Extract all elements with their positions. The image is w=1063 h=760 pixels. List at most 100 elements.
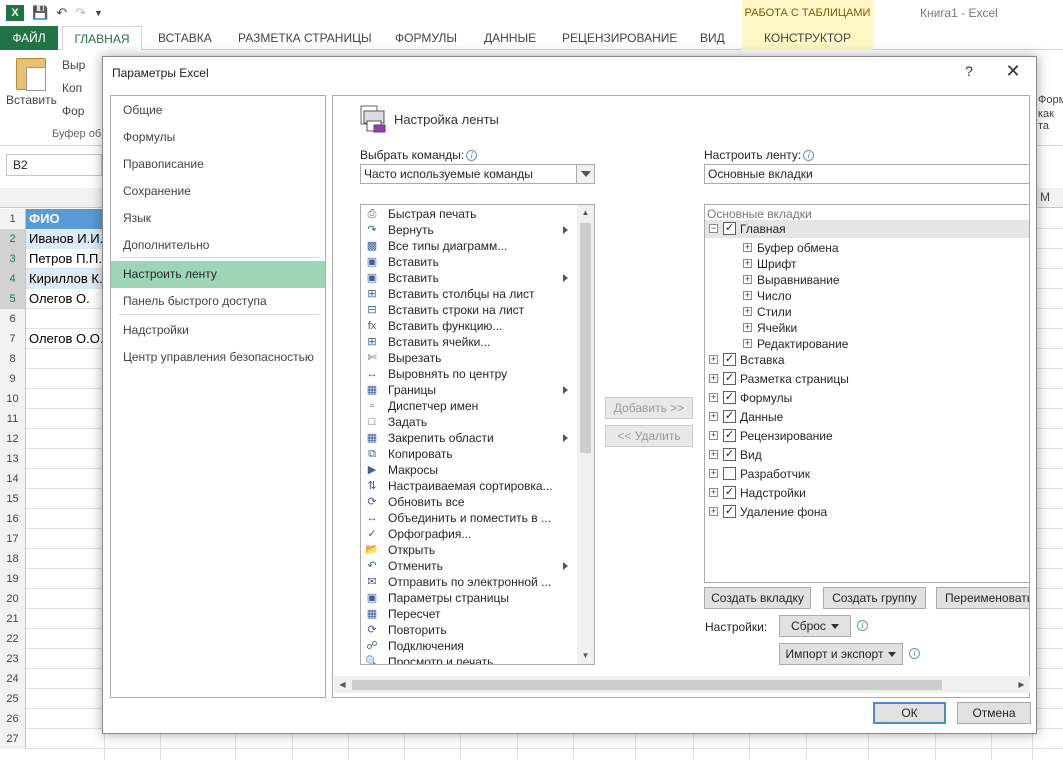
expand-icon[interactable]: + xyxy=(743,291,752,300)
row-header[interactable]: 25 xyxy=(0,689,26,709)
row-header[interactable]: 22 xyxy=(0,629,26,649)
new-tab-button[interactable]: Создать вкладку xyxy=(704,587,811,609)
cell[interactable]: Иванов И.И. xyxy=(26,229,104,249)
command-item[interactable]: ↶ Отменить xyxy=(361,558,577,574)
cell[interactable]: Олегов О. xyxy=(26,289,104,309)
row-header[interactable]: 5 xyxy=(0,289,26,309)
column-header-m[interactable]: M xyxy=(1040,190,1050,204)
tab-data[interactable]: ДАННЫЕ xyxy=(484,26,536,50)
nav-item-advanced[interactable]: Дополнительно xyxy=(111,232,325,259)
nav-item-trust-center[interactable]: Центр управления безопасностью xyxy=(111,344,325,371)
command-item[interactable]: ▣ Параметры страницы xyxy=(361,590,577,606)
row-header[interactable]: 27 xyxy=(0,729,26,749)
close-button[interactable]: ✕ xyxy=(1001,60,1025,82)
expand-icon[interactable]: + xyxy=(709,450,718,459)
row-header[interactable]: 12 xyxy=(0,429,26,449)
customize-qat-icon[interactable]: ▼ xyxy=(94,8,103,18)
row-header[interactable]: 20 xyxy=(0,589,26,609)
copy-button[interactable]: Коп xyxy=(62,81,82,95)
checkbox[interactable]: ✓ xyxy=(723,486,736,499)
checkbox[interactable]: ✓ xyxy=(723,448,736,461)
tree-node[interactable]: + Разработчик xyxy=(705,465,1029,483)
scroll-down-icon[interactable]: ▼ xyxy=(577,648,594,664)
tree-node[interactable]: + ✓ Разметка страницы xyxy=(705,370,1029,388)
nav-item-quick-access-toolbar[interactable]: Панель быстрого доступа xyxy=(111,288,325,315)
nav-item-language[interactable]: Язык xyxy=(111,205,325,232)
command-item[interactable]: ⧉ Копировать xyxy=(361,446,577,462)
tab-insert[interactable]: ВСТАВКА xyxy=(158,26,212,50)
format-as-table-label-2[interactable]: как та xyxy=(1038,108,1063,132)
save-icon[interactable]: 💾 xyxy=(32,5,48,21)
tree-node[interactable]: + ✓ Вид xyxy=(705,446,1029,464)
checkbox[interactable]: ✓ xyxy=(723,410,736,423)
expand-icon[interactable]: + xyxy=(743,259,752,268)
checkbox[interactable]: ✓ xyxy=(723,353,736,366)
command-item[interactable]: ⟳ Повторить xyxy=(361,622,577,638)
ok-button[interactable]: ОК xyxy=(873,702,946,724)
checkbox[interactable]: ✓ xyxy=(723,429,736,442)
command-item[interactable]: 🔍 Просмотр и печать xyxy=(361,654,577,664)
command-item[interactable]: ▩ Все типы диаграмм... xyxy=(361,238,577,254)
nav-item-general[interactable]: Общие xyxy=(111,97,325,124)
choose-commands-select[interactable]: Часто используемые команды xyxy=(360,164,595,184)
row-header[interactable]: 6 xyxy=(0,309,26,329)
expand-icon[interactable]: + xyxy=(709,488,718,497)
collapse-icon[interactable]: − xyxy=(709,224,718,233)
row-header[interactable]: 16 xyxy=(0,509,26,529)
remove-button[interactable]: << Удалить xyxy=(605,425,693,447)
checkbox[interactable]: ✓ xyxy=(723,391,736,404)
cancel-button[interactable]: Отмена xyxy=(957,702,1031,724)
reset-dropdown[interactable]: Сброс xyxy=(779,615,851,637)
new-group-button[interactable]: Создать группу xyxy=(823,587,926,609)
nav-item-proofing[interactable]: Правописание xyxy=(111,151,325,178)
nav-item-addins[interactable]: Надстройки xyxy=(111,317,325,344)
expand-icon[interactable]: + xyxy=(709,355,718,364)
tab-home[interactable]: ГЛАВНАЯ xyxy=(62,26,142,50)
command-item[interactable]: ↷ Вернуть xyxy=(361,222,577,238)
cell[interactable]: Олегов О.О. xyxy=(26,329,104,349)
tree-node[interactable]: + ✓ Вставка xyxy=(705,351,1029,369)
row-header[interactable]: 24 xyxy=(0,669,26,689)
row-header[interactable]: 15 xyxy=(0,489,26,509)
tab-formulas[interactable]: ФОРМУЛЫ xyxy=(395,26,457,50)
add-button[interactable]: Добавить >> xyxy=(605,397,693,419)
cut-button[interactable]: Выр xyxy=(62,58,85,72)
cell[interactable]: Петров П.П. xyxy=(26,249,104,269)
row-header[interactable]: 10 xyxy=(0,389,26,409)
paste-icon[interactable] xyxy=(16,58,46,91)
command-item[interactable]: 📂 Открыть xyxy=(361,542,577,558)
command-item[interactable]: ⎙ Быстрая печать xyxy=(361,206,577,222)
row-header[interactable]: 11 xyxy=(0,409,26,429)
nav-item-formulas[interactable]: Формулы xyxy=(111,124,325,151)
scroll-right-icon[interactable]: ▶ xyxy=(1013,676,1030,693)
customize-ribbon-select[interactable]: Основные вкладки xyxy=(704,164,1030,184)
command-item[interactable]: ▦ Пересчет xyxy=(361,606,577,622)
panel-horizontal-scrollbar[interactable]: ◀ ▶ xyxy=(334,676,1030,693)
ribbon-tabs-tree[interactable]: Основные вкладки − ✓ Главная + Буфер обмена +… xyxy=(704,204,1030,583)
command-item[interactable]: ⊞ Вставить ячейки... xyxy=(361,334,577,350)
command-item[interactable]: ▦ Границы xyxy=(361,382,577,398)
row-header[interactable]: 19 xyxy=(0,569,26,589)
row-header[interactable]: 14 xyxy=(0,469,26,489)
row-header[interactable]: 4 xyxy=(0,269,26,289)
command-item[interactable]: ▦ Закрепить области xyxy=(361,430,577,446)
tree-node[interactable]: + ✓ Данные xyxy=(705,408,1029,426)
row-header[interactable]: 26 xyxy=(0,709,26,729)
row-header[interactable]: 8 xyxy=(0,349,26,369)
checkbox[interactable] xyxy=(723,467,736,480)
import-export-dropdown[interactable]: Импорт и экспорт xyxy=(779,643,903,665)
expand-icon[interactable]: + xyxy=(709,431,718,440)
checkbox[interactable]: ✓ xyxy=(723,505,736,518)
expand-icon[interactable]: + xyxy=(743,307,752,316)
scroll-left-icon[interactable]: ◀ xyxy=(334,676,351,693)
command-item[interactable]: ↔ Выровнять по центру xyxy=(361,366,577,382)
tab-file[interactable]: ФАЙЛ xyxy=(0,26,58,50)
command-item[interactable]: ▣ Вставить xyxy=(361,270,577,286)
row-header[interactable]: 13 xyxy=(0,449,26,469)
row-header[interactable]: 18 xyxy=(0,549,26,569)
row-header[interactable]: 7 xyxy=(0,329,26,349)
command-item[interactable]: fx Вставить функцию... xyxy=(361,318,577,334)
commands-scrollbar[interactable]: ▲ ▼ xyxy=(577,205,594,664)
checkbox[interactable]: ✓ xyxy=(723,372,736,385)
redo-icon[interactable]: ↷ xyxy=(75,5,86,21)
